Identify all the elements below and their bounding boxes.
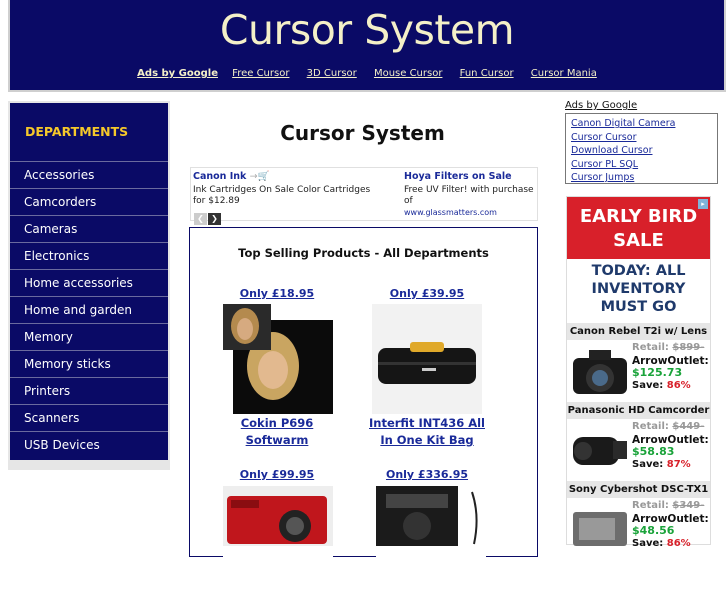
next-arrow-icon[interactable]: ❯ — [208, 213, 221, 225]
top-link-cursor-mania[interactable]: Cursor Mania — [531, 68, 597, 79]
site-title: Cursor System — [219, 6, 515, 54]
product-image[interactable] — [223, 304, 333, 414]
ad-link-cursor-cursor[interactable]: Cursor Cursor — [571, 131, 717, 145]
ad-body: Free UV Filter! with purchase of — [404, 185, 534, 206]
ad-link-cursor-jumps[interactable]: Cursor Jumps — [571, 171, 717, 185]
departments-title: DEPARTMENTS — [25, 124, 129, 139]
text-ad-unit: Canon Ink →🛒 Ink Cartridges On Sale Colo… — [190, 167, 538, 225]
ad-link-download-cursor[interactable]: Download Cursor — [571, 144, 717, 158]
ad-link-canon-digital-camera[interactable]: Canon Digital Camera — [571, 117, 717, 131]
sidebar-item-usb-devices[interactable]: USB Devices — [10, 431, 168, 458]
ad-hoya-filters[interactable]: Hoya Filters on Sale Free UV Filter! wit… — [404, 168, 538, 218]
product-name[interactable]: Interfit INT436 All In One Kit Bag — [362, 415, 492, 449]
site-header: Cursor System Ads by Google Free Cursor … — [8, 0, 726, 92]
banner-subheadline: TODAY: ALL INVENTORY MUST GO — [591, 263, 686, 315]
sidebar-item-cameras[interactable]: Cameras — [10, 215, 168, 242]
camcorder-icon — [573, 437, 627, 465]
product-price[interactable]: Only £99.95 — [217, 468, 337, 481]
departments-menu: DEPARTMENTS Accessories Camcorders Camer… — [10, 103, 168, 460]
ad-title[interactable]: Canon Ink — [193, 171, 246, 182]
adchoices-icon[interactable]: ▸ — [698, 199, 708, 209]
product-price[interactable]: Only £18.95 — [217, 287, 337, 300]
ads-by-google-label[interactable]: Ads by Google — [565, 100, 637, 111]
product-image[interactable] — [223, 486, 333, 596]
deal-title[interactable]: Canon Rebel T2i w/ Lens — [567, 323, 710, 340]
sidebar-item-printers[interactable]: Printers — [10, 377, 168, 404]
top-link-3d-cursor[interactable]: 3D Cursor — [307, 68, 357, 79]
sidebar-item-accessories[interactable]: Accessories — [10, 161, 168, 188]
cart-icon: →🛒 — [249, 171, 270, 182]
sidebar-item-memory-sticks[interactable]: Memory sticks — [10, 350, 168, 377]
compact-camera-icon — [573, 512, 627, 546]
sidebar-item-home-accessories[interactable]: Home accessories — [10, 269, 168, 296]
prev-arrow-icon[interactable]: ❮ — [194, 213, 207, 225]
right-ad-links: Canon Digital Camera Cursor Cursor Downl… — [565, 113, 718, 184]
top-link-free-cursor[interactable]: Free Cursor — [232, 68, 289, 79]
product-image[interactable] — [372, 304, 482, 414]
sidebar-item-electronics[interactable]: Electronics — [10, 242, 168, 269]
ad-body: Ink Cartridges On Sale Color Cartridges … — [193, 185, 371, 206]
sidebar-item-home-and-garden[interactable]: Home and garden — [10, 296, 168, 323]
products-heading: Top Selling Products - All Departments — [238, 246, 489, 260]
deal-title[interactable]: Sony Cybershot DSC-TX1 — [567, 481, 710, 498]
ad-nav: ❮ ❯ — [194, 206, 222, 225]
top-links: Ads by Google Free Cursor 3D Cursor Mous… — [10, 68, 724, 79]
deal-title[interactable]: Panasonic HD Camcorder — [567, 402, 710, 419]
sale-banner-ad[interactable]: ▸ EARLY BIRD SALE TODAY: ALL INVENTORY M… — [566, 196, 711, 549]
dslr-camera-icon — [573, 350, 627, 394]
softwarm-photo-icon — [223, 304, 333, 414]
deal-item[interactable]: Retail: $449- ArrowOutlet: $58.83 Save: … — [567, 419, 710, 481]
top-link-mouse-cursor[interactable]: Mouse Cursor — [374, 68, 443, 79]
ad-link-cursor-pl-sql[interactable]: Cursor PL SQL — [571, 158, 717, 172]
deal-item[interactable]: Retail: $349- ArrowOutlet: $48.56 Save: … — [567, 498, 710, 560]
page-title: Cursor System — [280, 121, 445, 145]
black-camera-icon — [376, 486, 486, 546]
sidebar-item-camcorders[interactable]: Camcorders — [10, 188, 168, 215]
kit-bag-icon — [372, 304, 482, 414]
product-name[interactable]: Cokin P696 Softwarm — [212, 415, 342, 449]
product-image[interactable] — [376, 486, 486, 596]
banner-headline: ▸ EARLY BIRD SALE — [567, 197, 710, 259]
sidebar: DEPARTMENTS Accessories Camcorders Camer… — [8, 101, 170, 470]
red-camera-icon — [223, 486, 333, 546]
ad-canon-ink[interactable]: Canon Ink →🛒 Ink Cartridges On Sale Colo… — [193, 168, 383, 207]
sidebar-item-scanners[interactable]: Scanners — [10, 404, 168, 431]
top-link-fun-cursor[interactable]: Fun Cursor — [460, 68, 514, 79]
ad-title[interactable]: Hoya Filters on Sale — [404, 171, 538, 183]
deal-item[interactable]: Retail: $899- ArrowOutlet: $125.73 Save:… — [567, 340, 710, 402]
products-panel: Top Selling Products - All Departments O… — [189, 227, 538, 596]
ad-url[interactable]: www.glassmatters.com — [404, 207, 538, 218]
product-price[interactable]: Only £39.95 — [367, 287, 487, 300]
ads-by-google-link[interactable]: Ads by Google — [137, 68, 218, 79]
sidebar-item-memory[interactable]: Memory — [10, 323, 168, 350]
product-price[interactable]: Only £336.95 — [367, 468, 487, 481]
